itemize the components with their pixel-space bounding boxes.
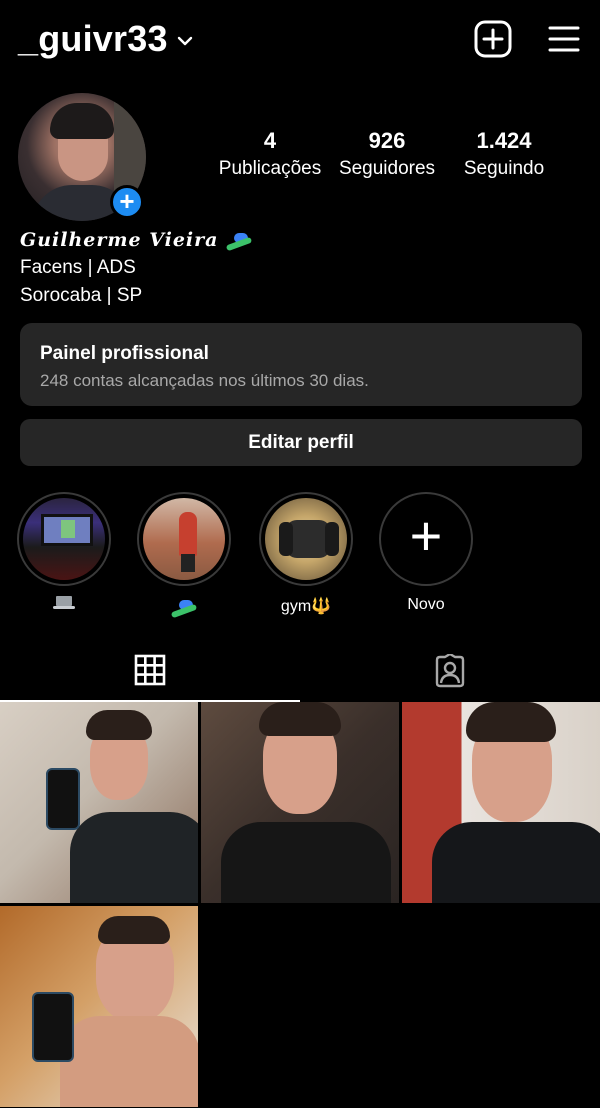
story-highlights: gym🔱 + Novo <box>0 492 600 622</box>
stat-label: Seguindo <box>463 158 545 179</box>
bio-line: Facens | ADS <box>20 257 136 278</box>
highlight-label <box>16 596 112 610</box>
stat-label: Seguidores <box>338 158 436 179</box>
tagged-tab[interactable] <box>300 640 600 702</box>
stat-value: 1.424 <box>476 128 532 153</box>
highlight-item[interactable]: gym🔱 <box>258 492 354 616</box>
profile-avatar-container[interactable]: + <box>18 93 146 221</box>
stat-following[interactable]: 1.424 Seguindo <box>458 128 550 180</box>
new-highlight[interactable]: + Novo <box>378 492 474 614</box>
grid-icon <box>134 654 166 686</box>
highlight-cover[interactable] <box>17 492 111 586</box>
chevron-down-icon[interactable] <box>176 32 194 50</box>
username[interactable]: _guivr33 <box>18 18 168 60</box>
tagged-person-icon <box>435 654 465 688</box>
display-name: Guilherme Vieira <box>20 229 219 251</box>
surfer-emoji-icon <box>170 596 198 619</box>
plus-square-icon[interactable] <box>474 20 512 58</box>
hamburger-menu-icon[interactable] <box>547 22 581 56</box>
post-thumbnail[interactable] <box>0 906 198 1107</box>
plus-icon: + <box>409 504 443 567</box>
dashboard-title: Painel profissional <box>40 343 209 364</box>
profile-tabs <box>0 640 600 702</box>
highlight-cover[interactable] <box>259 492 353 586</box>
highlight-item[interactable] <box>16 492 112 610</box>
profile-header: _guivr33 <box>0 0 600 80</box>
posts-grid-tab[interactable] <box>0 640 300 702</box>
highlight-label: gym🔱 <box>280 598 332 615</box>
stat-followers[interactable]: 926 Seguidores <box>334 128 440 180</box>
dashboard-subtitle: 248 contas alcançadas nos últimos 30 dia… <box>40 371 369 390</box>
stat-label: Publicações <box>218 158 322 179</box>
highlight-label <box>136 596 232 619</box>
laptop-emoji-icon <box>53 596 75 610</box>
account-switcher[interactable]: _guivr33 <box>18 18 194 60</box>
stat-value: 926 <box>368 128 406 153</box>
highlight-label: Novo <box>407 596 445 613</box>
post-thumbnail[interactable] <box>201 702 399 903</box>
post-thumbnail[interactable] <box>0 702 198 903</box>
plus-badge-icon[interactable]: + <box>110 185 144 219</box>
new-highlight-button[interactable]: + <box>379 492 473 586</box>
stat-value: 4 <box>263 128 277 153</box>
stat-posts[interactable]: 4 Publicações <box>216 128 324 180</box>
surfer-emoji-icon <box>226 229 253 252</box>
professional-dashboard[interactable]: Painel profissional 248 contas alcançada… <box>20 323 582 406</box>
bio-line: Sorocaba | SP <box>20 285 143 306</box>
display-name-row: Guilherme Vieira <box>20 229 253 252</box>
highlight-cover[interactable] <box>137 492 231 586</box>
highlight-item[interactable] <box>136 492 232 619</box>
post-thumbnail[interactable] <box>402 702 600 903</box>
edit-profile-button[interactable]: Editar perfil <box>20 419 582 466</box>
profile-bio: Guilherme Vieira Facens | ADS Sorocaba |… <box>20 229 253 307</box>
